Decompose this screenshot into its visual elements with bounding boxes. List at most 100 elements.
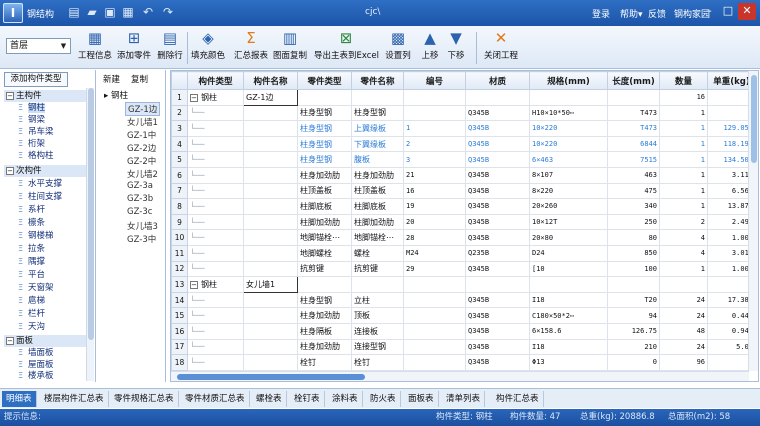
table-row[interactable]: 11 └── 地脚螺栓 螺栓 M24 Q235B D24 850 4 3.018 bbox=[171, 244, 756, 262]
table-cell[interactable]: 柱脚底板 bbox=[351, 198, 404, 215]
table-cell[interactable]: 2 bbox=[403, 135, 466, 153]
table-cell[interactable]: 立柱 bbox=[351, 291, 404, 309]
row-number[interactable]: 17 bbox=[171, 338, 188, 356]
table-cell[interactable]: 210 bbox=[607, 338, 660, 356]
table-cell[interactable]: 柱身加劲肋 bbox=[297, 166, 352, 184]
table-row[interactable]: 7 └── 柱顶盖板 柱顶盖板 16 Q345B 8×220 475 1 6.563 bbox=[171, 182, 756, 200]
table-cell[interactable]: 柱顶盖板 bbox=[297, 182, 352, 200]
table-cell[interactable]: Q345B bbox=[465, 291, 530, 309]
component-item[interactable]: GZ-3b bbox=[127, 194, 153, 204]
col-header[interactable]: 数量 bbox=[659, 71, 708, 90]
component-item[interactable]: 女儿墙1 bbox=[127, 116, 158, 128]
row-number[interactable]: 9 bbox=[171, 213, 188, 231]
table-cell[interactable]: └── bbox=[187, 135, 244, 153]
table-row[interactable]: 10 └── 地脚锚栓⋯ 地脚锚栓⋯ 28 Q345B 20×80 80 4 1.005 bbox=[171, 229, 756, 246]
table-cell[interactable]: 柱身型钢 bbox=[351, 104, 404, 122]
table-cell[interactable]: 7515 bbox=[607, 151, 660, 168]
table-cell[interactable]: 6844 bbox=[607, 135, 660, 153]
table-cell[interactable]: └── bbox=[187, 166, 244, 184]
table-cell[interactable]: 10×220 bbox=[529, 120, 608, 137]
table-cell[interactable]: 29 bbox=[403, 260, 466, 278]
table-row[interactable]: 5 └── 柱身型钢 腹板 3 Q345B 6×463 7515 1 134.503 bbox=[171, 151, 756, 168]
component-item[interactable]: GZ-3中 bbox=[127, 233, 156, 245]
table-cell[interactable] bbox=[243, 229, 298, 246]
table-cell[interactable]: 上翼缘板 bbox=[351, 120, 404, 137]
row-number[interactable]: 7 bbox=[171, 182, 188, 200]
table-cell[interactable] bbox=[403, 354, 466, 371]
redo-icon[interactable]: ↷ bbox=[160, 4, 176, 20]
table-cell[interactable]: 腹板 bbox=[351, 151, 404, 168]
table-cell[interactable] bbox=[403, 276, 466, 293]
tab-part-material-summary[interactable]: 零件材质汇总表 bbox=[181, 391, 250, 407]
copy-drawing-button[interactable]: ▥ 图面复制 bbox=[273, 29, 307, 67]
table-cell[interactable]: 螺栓 bbox=[351, 244, 404, 262]
table-cell[interactable]: 柱身型钢 bbox=[297, 135, 352, 153]
table-cell[interactable] bbox=[297, 276, 352, 293]
table-cell[interactable] bbox=[403, 338, 466, 356]
tab-bolts[interactable]: 螺栓表 bbox=[252, 391, 287, 407]
table-cell[interactable]: 340 bbox=[607, 198, 660, 215]
component-item[interactable]: 女儿墙2 bbox=[127, 168, 158, 180]
table-cell[interactable]: 柱脚加劲肋 bbox=[297, 213, 352, 231]
table-row[interactable]: 6 └── 柱身加劲肋 柱身加劲肋 21 Q345B 8×107 463 1 3.111 bbox=[171, 166, 756, 184]
table-cell[interactable] bbox=[243, 104, 298, 122]
table-cell[interactable] bbox=[243, 151, 298, 168]
table-cell[interactable]: └── bbox=[187, 182, 244, 200]
table-cell[interactable]: M24 bbox=[403, 244, 466, 262]
move-up-button[interactable]: ▲ 上移 bbox=[420, 29, 440, 67]
table-cell[interactable]: └── bbox=[187, 120, 244, 137]
tree-item-platform[interactable]: Ξ 平台 bbox=[18, 269, 45, 281]
row-number[interactable]: 11 bbox=[171, 244, 188, 262]
table-cell[interactable]: 地脚锚栓⋯ bbox=[351, 229, 404, 246]
delete-row-button[interactable]: ▤ 删除行 bbox=[156, 29, 184, 67]
close-project-button[interactable]: ✕ 关闭工程 bbox=[483, 29, 519, 67]
category-secondary[interactable]: − 次构件 bbox=[4, 165, 90, 177]
grid-horizontal-scrollbar[interactable] bbox=[171, 371, 749, 381]
fill-color-button[interactable]: ◈ 填充颜色 bbox=[191, 29, 225, 67]
table-cell[interactable]: 1 bbox=[659, 151, 708, 168]
new-button[interactable]: 新建 bbox=[103, 73, 120, 85]
tab-studs[interactable]: 栓钉表 bbox=[290, 391, 325, 407]
table-cell[interactable]: 16 bbox=[403, 182, 466, 200]
table-row[interactable]: 17 └── 柱身加劲肋 连接型钢 Q345B I18 210 24 5.0T bbox=[171, 338, 756, 356]
table-cell[interactable]: └── bbox=[187, 322, 244, 340]
table-cell[interactable]: 柱身型钢 bbox=[297, 104, 352, 122]
table-cell[interactable] bbox=[243, 182, 298, 200]
table-cell[interactable]: 柱身加劲肋 bbox=[351, 166, 404, 184]
table-cell[interactable]: I18 bbox=[529, 338, 608, 356]
table-cell[interactable]: 柱脚加劲肋 bbox=[351, 213, 404, 231]
table-cell[interactable]: 24 bbox=[659, 338, 708, 356]
table-cell[interactable]: Q235B bbox=[465, 244, 530, 262]
tab-part-spec-summary[interactable]: 零件规格汇总表 bbox=[110, 391, 179, 407]
row-number[interactable]: 13 bbox=[171, 276, 188, 293]
table-cell[interactable]: 0 bbox=[607, 354, 660, 371]
table-cell[interactable] bbox=[243, 198, 298, 215]
table-cell[interactable]: Q345B bbox=[465, 213, 530, 231]
tree-item-floor-deck[interactable]: Ξ 楼承板 bbox=[18, 370, 54, 382]
table-cell[interactable] bbox=[243, 354, 298, 371]
copy-button[interactable]: 复制 bbox=[131, 73, 148, 85]
table-row[interactable]: 15 └── 柱身加劲肋 顶板 Q345B C180×50*2⋯ 94 24 0.449 bbox=[171, 307, 756, 324]
table-cell[interactable]: 柱身隔板 bbox=[297, 322, 352, 340]
row-number[interactable]: 16 bbox=[171, 322, 188, 340]
component-item[interactable]: GZ-3a bbox=[127, 181, 153, 191]
table-cell[interactable] bbox=[297, 89, 352, 106]
col-header[interactable]: 零件类型 bbox=[297, 71, 352, 90]
table-cell[interactable]: 8×220 bbox=[529, 182, 608, 200]
table-cell[interactable] bbox=[243, 260, 298, 278]
table-cell[interactable]: └── bbox=[187, 104, 244, 122]
component-item[interactable]: GZ-2中 bbox=[127, 155, 156, 167]
scroll-thumb[interactable] bbox=[177, 374, 365, 380]
save-icon[interactable]: ▣ bbox=[102, 4, 118, 20]
table-cell[interactable]: 柱顶盖板 bbox=[351, 182, 404, 200]
table-cell[interactable]: 19 bbox=[403, 198, 466, 215]
tab-component-summary[interactable]: 构件汇总表 bbox=[492, 391, 544, 407]
table-cell[interactable]: [10 bbox=[529, 260, 608, 278]
tree-item-skylight-frame[interactable]: Ξ 天窗架 bbox=[18, 282, 54, 294]
table-cell[interactable] bbox=[243, 120, 298, 137]
floor-select[interactable]: 首层 ▼ bbox=[6, 38, 71, 54]
col-header[interactable]: 规格(mm) bbox=[529, 71, 608, 90]
table-cell[interactable]: 1 bbox=[659, 198, 708, 215]
menu-login[interactable]: 登录 bbox=[592, 7, 610, 20]
component-item[interactable]: GZ-3c bbox=[127, 207, 152, 217]
